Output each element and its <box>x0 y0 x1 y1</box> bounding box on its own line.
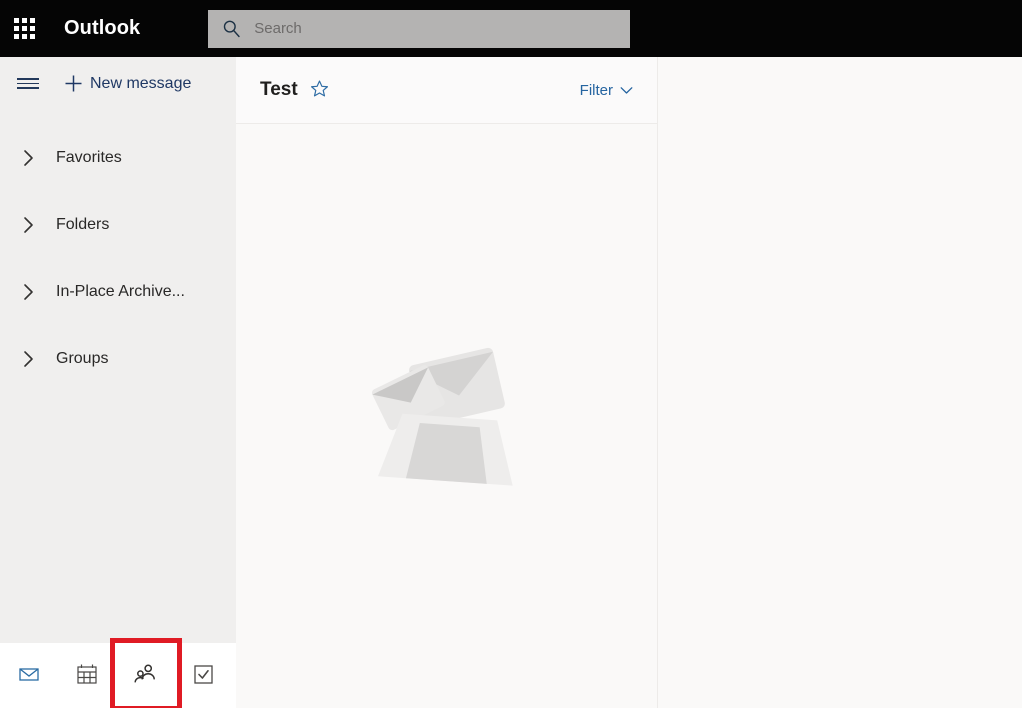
search-icon <box>208 19 254 38</box>
bottom-nav-calendar-button[interactable] <box>58 643 116 708</box>
search-box[interactable] <box>208 10 630 48</box>
sidebar-item-label: Folders <box>56 216 109 234</box>
chevron-right-icon <box>0 216 56 234</box>
sidebar-item-folders[interactable]: Folders <box>0 191 236 258</box>
chevron-right-icon <box>0 283 56 301</box>
chevron-down-icon <box>620 83 633 98</box>
chevron-right-icon <box>0 149 56 167</box>
bottom-nav-tasks-button[interactable] <box>174 643 232 708</box>
bottom-nav-mail-button[interactable] <box>0 643 58 708</box>
filter-button[interactable]: Filter <box>580 82 633 99</box>
app-body: New message Favorites <box>0 57 1022 708</box>
filter-label: Filter <box>580 82 613 99</box>
bottom-module-navigation <box>0 643 236 708</box>
left-toolbar: New message <box>0 57 236 110</box>
sidebar-item-label: Groups <box>56 350 108 368</box>
checkbox-check-icon <box>192 663 215 689</box>
sidebar-item-groups[interactable]: Groups <box>0 325 236 392</box>
brand-title[interactable]: Outlook <box>64 17 140 40</box>
empty-mailbox-envelopes-illustration <box>352 313 542 503</box>
calendar-icon <box>75 662 99 689</box>
sidebar-item-label: In-Place Archive... <box>56 283 185 301</box>
plus-icon <box>56 74 90 93</box>
hamburger-menu-icon[interactable] <box>0 57 56 110</box>
star-outline-icon <box>310 79 329 101</box>
mail-envelope-icon <box>17 662 41 689</box>
message-list-panel: Test Filter <box>236 57 658 708</box>
message-list-body <box>236 124 657 708</box>
sidebar-item-favorites[interactable]: Favorites <box>0 124 236 191</box>
top-header-bar: Outlook <box>0 0 1022 57</box>
people-icon <box>132 661 158 690</box>
left-navigation-rail: New message Favorites <box>0 57 236 708</box>
outlook-app-window: Outlook <box>0 0 1022 708</box>
sidebar-item-in-place-archive[interactable]: In-Place Archive... <box>0 258 236 325</box>
message-list-header: Test Filter <box>236 57 657 124</box>
chevron-right-icon <box>0 350 56 368</box>
search-input[interactable] <box>254 10 630 48</box>
favorite-star-button[interactable] <box>310 79 329 101</box>
app-launcher-grid-icon <box>14 18 35 39</box>
folder-title: Test <box>260 79 298 101</box>
new-message-label: New message <box>90 75 191 93</box>
sidebar-item-label: Favorites <box>56 149 122 167</box>
app-launcher-button[interactable] <box>0 0 48 57</box>
new-message-button[interactable]: New message <box>56 74 191 93</box>
bottom-nav-people-button[interactable] <box>116 643 174 708</box>
reading-pane <box>658 57 1022 708</box>
folder-navigation-list: Favorites Folders <box>0 110 236 643</box>
